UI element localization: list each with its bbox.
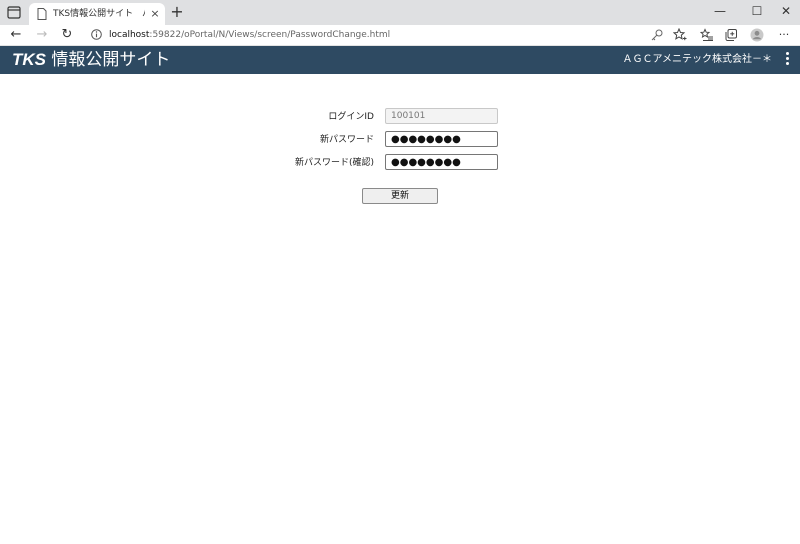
- url-host: localhost: [109, 30, 150, 40]
- favorites-icon[interactable]: [700, 28, 714, 42]
- login-id-label: ログインID: [328, 112, 374, 122]
- brand-logo-text: TKS: [12, 50, 46, 69]
- reload-button[interactable]: ↻: [59, 27, 75, 43]
- new-tab-button[interactable]: +: [170, 4, 184, 20]
- browser-tab-strip: TKS情報公開サイト パスワード変更 × + — ☐ ✕: [0, 0, 800, 25]
- confirm-password-input[interactable]: [385, 154, 498, 170]
- update-button[interactable]: 更新: [362, 188, 438, 204]
- back-button[interactable]: ←: [8, 27, 24, 43]
- login-id-row: ログインID: [0, 108, 800, 126]
- address-bar-row: ← → ↻ localhost:59822/oPortal/N/Views/sc…: [0, 25, 800, 46]
- minimize-button[interactable]: —: [705, 2, 735, 20]
- site-title: TKS 情報公開サイト: [12, 49, 170, 71]
- key-icon[interactable]: [650, 28, 664, 42]
- window-close-button[interactable]: ✕: [771, 2, 800, 20]
- new-password-row: 新パスワード: [0, 131, 800, 149]
- tab-title: TKS情報公開サイト パスワード変更: [53, 9, 145, 19]
- app-header: TKS 情報公開サイト ＡＧＣアメニテック株式会社－＊: [0, 46, 800, 74]
- login-id-input[interactable]: [385, 108, 498, 124]
- maximize-button[interactable]: ☐: [742, 2, 772, 20]
- tab-actions-icon[interactable]: [7, 6, 21, 19]
- favorite-star-icon[interactable]: [673, 28, 687, 42]
- settings-more-button[interactable]: ···: [776, 27, 792, 43]
- url-path: :59822/oPortal/N/Views/screen/PasswordCh…: [149, 30, 391, 40]
- new-password-input[interactable]: [385, 131, 498, 147]
- profile-avatar-icon[interactable]: [750, 28, 764, 42]
- new-password-label: 新パスワード: [319, 135, 374, 145]
- kebab-menu-icon[interactable]: [784, 52, 790, 68]
- forward-button[interactable]: →: [34, 27, 50, 43]
- browser-tab[interactable]: TKS情報公開サイト パスワード変更 ×: [29, 3, 165, 25]
- confirm-password-row: 新パスワード(確認): [0, 154, 800, 172]
- confirm-password-label: 新パスワード(確認): [294, 158, 374, 168]
- url-field[interactable]: localhost:59822/oPortal/N/Views/screen/P…: [109, 28, 390, 42]
- info-icon[interactable]: [91, 29, 102, 40]
- site-title-text: 情報公開サイト: [51, 50, 171, 70]
- tab-close-icon[interactable]: ×: [149, 7, 161, 21]
- company-name: ＡＧＣアメニテック株式会社－＊: [622, 54, 773, 65]
- collections-icon[interactable]: [724, 28, 738, 42]
- page-icon: [37, 8, 47, 20]
